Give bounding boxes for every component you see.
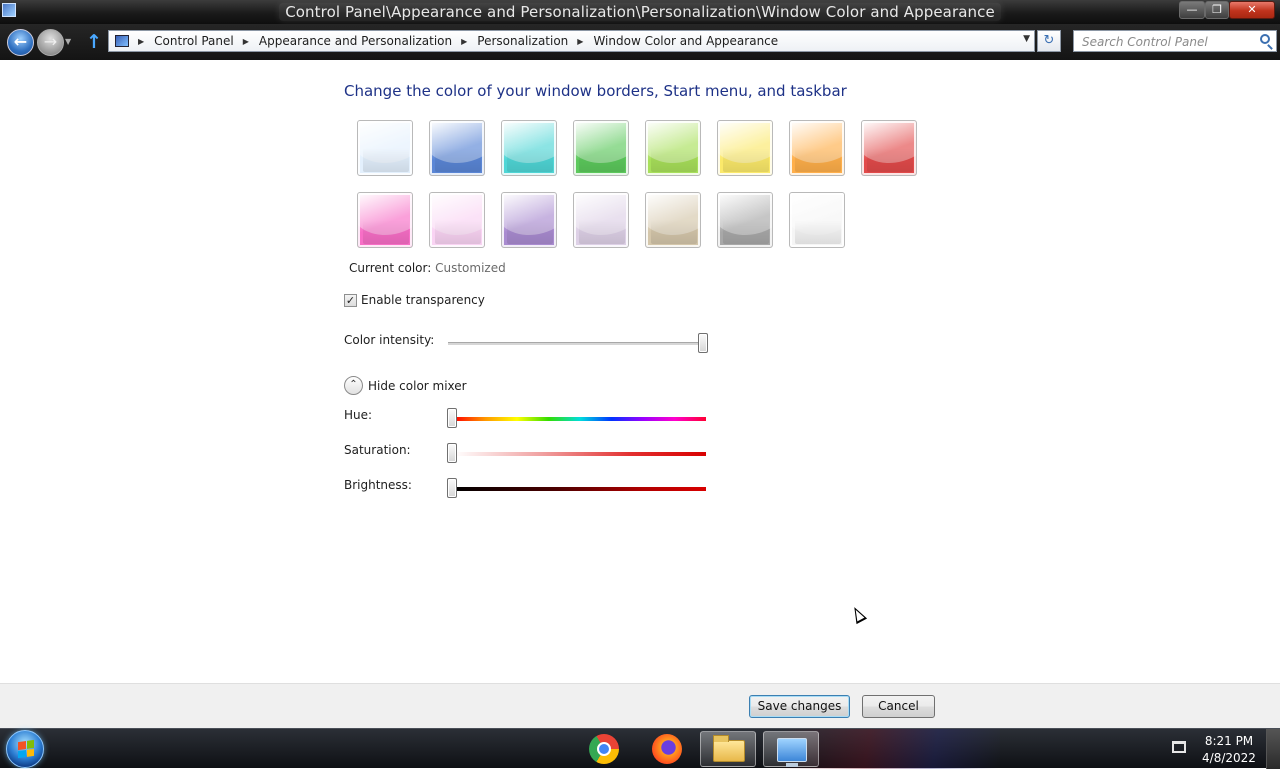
up-arrow-icon[interactable]: ↑ <box>86 31 102 53</box>
address-dropdown-icon[interactable]: ▼ <box>1023 34 1030 44</box>
page-title: Change the color of your window borders,… <box>344 82 847 100</box>
breadcrumb-appearance[interactable]: Appearance and Personalization <box>259 34 452 48</box>
saturation-slider-thumb[interactable] <box>447 443 457 463</box>
brightness-label: Brightness: <box>344 478 412 492</box>
taskbar-file-explorer[interactable] <box>700 731 756 767</box>
breadcrumb-arrow-icon[interactable]: ▶ <box>577 37 583 46</box>
color-swatch-fuchsia[interactable] <box>357 192 413 248</box>
hide-color-mixer-toggle[interactable]: ⌃ Hide color mixer <box>344 376 467 395</box>
show-desktop-button[interactable] <box>1266 729 1280 769</box>
address-bar[interactable]: ▶ Control Panel ▶ Appearance and Persona… <box>108 30 1035 52</box>
saturation-slider-track[interactable] <box>454 452 706 456</box>
button-bar: Save changes Cancel <box>0 683 1280 728</box>
color-swatch-pumpkin[interactable] <box>789 120 845 176</box>
minimize-button[interactable]: — <box>1179 1 1205 19</box>
color-swatch-lemon[interactable] <box>717 120 773 176</box>
maximize-button[interactable]: ❐ <box>1205 1 1229 19</box>
color-swatch-twilight[interactable] <box>429 120 485 176</box>
color-swatch-frost[interactable] <box>789 192 845 248</box>
color-swatch-sea[interactable] <box>501 120 557 176</box>
window-title: Control Panel\Appearance and Personaliza… <box>0 3 1280 21</box>
chrome-icon <box>589 734 619 764</box>
color-swatch-taupe[interactable] <box>645 192 701 248</box>
recent-pages-dropdown-icon[interactable]: ▼ <box>65 37 71 46</box>
taskbar-firefox[interactable] <box>639 731 695 767</box>
close-button[interactable]: ✕ <box>1229 1 1275 19</box>
search-input[interactable] <box>1082 32 1252 51</box>
control-panel-icon <box>115 35 129 47</box>
color-swatch-leaf[interactable] <box>573 120 629 176</box>
control-panel-icon <box>777 738 807 767</box>
taskbar: 8:21 PM 4/8/2022 <box>0 728 1280 769</box>
breadcrumb-control-panel[interactable]: Control Panel <box>154 34 234 48</box>
breadcrumb-window-color[interactable]: Window Color and Appearance <box>593 34 778 48</box>
hue-label: Hue: <box>344 408 373 422</box>
taskbar-chrome[interactable] <box>576 731 632 767</box>
start-button[interactable] <box>6 730 44 768</box>
clock-time: 8:21 PM <box>1204 734 1254 748</box>
forward-button[interactable]: → <box>37 29 64 56</box>
cancel-button[interactable]: Cancel <box>862 695 935 718</box>
breadcrumb-label: Appearance and Personalization <box>258 34 453 48</box>
color-swatch-chocolate-gray[interactable] <box>717 192 773 248</box>
breadcrumb-arrow-icon[interactable]: ▶ <box>138 37 144 46</box>
color-swatch-sky[interactable] <box>357 120 413 176</box>
hue-slider-thumb[interactable] <box>447 408 457 428</box>
color-swatch-ruby[interactable] <box>861 120 917 176</box>
color-swatch-lime[interactable] <box>645 120 701 176</box>
firefox-icon <box>652 734 682 764</box>
brightness-slider-track[interactable] <box>454 487 706 491</box>
navigation-bar: ← → ▼ ↑ ▶ Control Panel ▶ Appearance and… <box>0 24 1280 60</box>
title-bar: Control Panel\Appearance and Personaliza… <box>0 0 1280 24</box>
back-button[interactable]: ← <box>7 29 34 56</box>
clock-date: 4/8/2022 <box>1202 751 1256 765</box>
hide-color-mixer-label: Hide color mixer <box>368 378 467 393</box>
brightness-slider-thumb[interactable] <box>447 478 457 498</box>
refresh-button[interactable]: ↻ <box>1037 30 1061 52</box>
folder-icon <box>713 735 745 762</box>
color-swatch-violet[interactable] <box>501 192 557 248</box>
save-changes-button[interactable]: Save changes <box>749 695 850 718</box>
chevron-up-icon[interactable]: ⌃ <box>344 376 363 395</box>
transparency-checkbox[interactable]: ✓ <box>344 293 357 307</box>
network-icon[interactable] <box>1172 741 1186 753</box>
window-title-text: Control Panel\Appearance and Personaliza… <box>279 3 1001 21</box>
current-color-value: Customized <box>435 261 506 275</box>
main-content: Change the color of your window borders,… <box>0 60 1280 683</box>
breadcrumb-label: Window Color and Appearance <box>593 34 779 48</box>
search-icon[interactable] <box>1260 34 1270 44</box>
current-color-label: Current color: <box>349 261 432 275</box>
windows-logo-icon <box>18 739 34 759</box>
color-swatch-blush[interactable] <box>429 192 485 248</box>
taskbar-control-panel[interactable] <box>763 731 819 767</box>
enable-transparency-option[interactable]: ✓ Enable transparency <box>344 293 485 307</box>
breadcrumb-arrow-icon[interactable]: ▶ <box>461 37 467 46</box>
breadcrumb-label: Control Panel <box>154 34 234 48</box>
breadcrumb-personalization[interactable]: Personalization <box>477 34 568 48</box>
breadcrumb-arrow-icon[interactable]: ▶ <box>243 37 249 46</box>
hue-slider-track[interactable] <box>454 417 706 421</box>
color-swatch-lavender[interactable] <box>573 192 629 248</box>
color-intensity-label: Color intensity: <box>344 333 435 347</box>
transparency-label: Enable transparency <box>361 293 485 307</box>
color-intensity-slider-track[interactable] <box>448 342 706 345</box>
saturation-label: Saturation: <box>344 443 411 457</box>
color-intensity-slider-thumb[interactable] <box>698 333 708 353</box>
breadcrumb-label: Personalization <box>477 34 569 48</box>
current-color: Current color: Customized <box>349 261 506 275</box>
search-box[interactable] <box>1073 30 1277 52</box>
system-clock[interactable]: 8:21 PM 4/8/2022 <box>1196 733 1262 767</box>
